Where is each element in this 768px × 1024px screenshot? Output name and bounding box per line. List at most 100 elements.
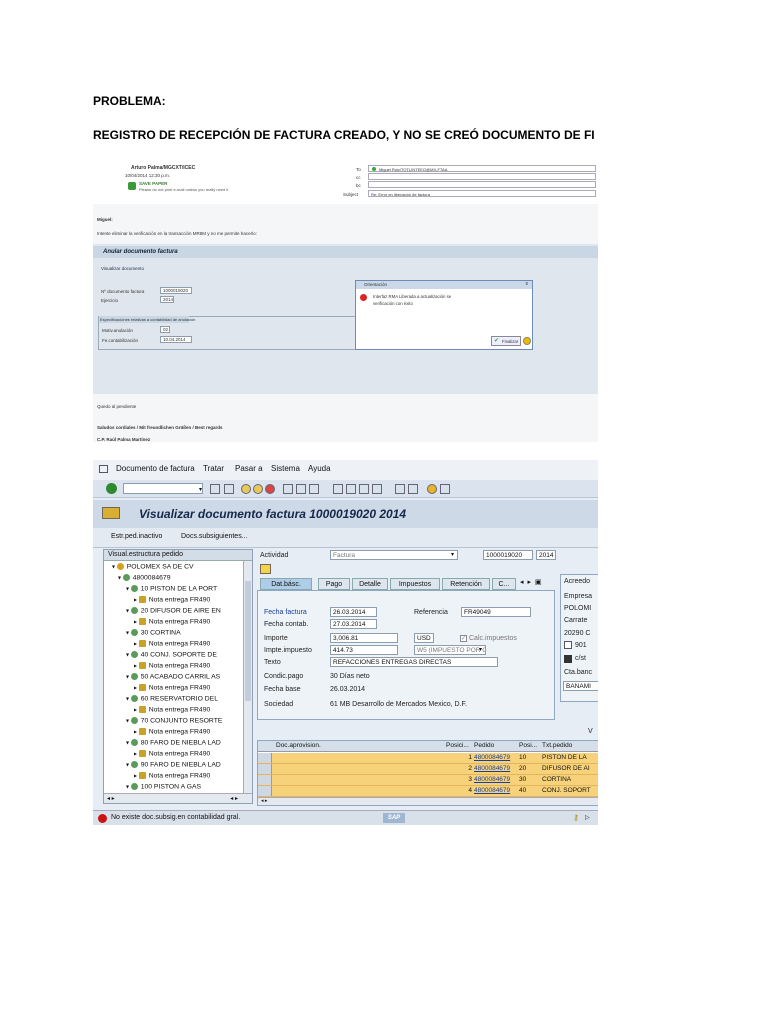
collapse-arrow-icon[interactable]: ▾ bbox=[126, 718, 131, 724]
tax-code-dropdown-icon[interactable]: ▾ bbox=[479, 646, 482, 653]
texto-field[interactable]: REFACCIONES ENTREGAS DIRECTAS bbox=[330, 657, 498, 667]
prev-page-icon[interactable] bbox=[346, 484, 356, 494]
calc-impuestos-checkbox[interactable]: ✓ bbox=[460, 635, 467, 642]
expand-arrow-icon[interactable]: ▸ bbox=[134, 597, 139, 603]
doc-number-field[interactable]: 1000019020 bbox=[483, 550, 533, 560]
dialog-finalizar-button[interactable]: ✔ Finalizar bbox=[491, 336, 521, 346]
cell-pedido[interactable]: 4800084679 bbox=[474, 764, 518, 774]
cell-pedido[interactable]: 4800084679 bbox=[474, 775, 518, 785]
tree-hscrollbar[interactable]: ◂ ▸ ◂ ▸ bbox=[104, 793, 252, 803]
expand-arrow-icon[interactable]: ▸ bbox=[134, 619, 139, 625]
grid-header-posicion[interactable]: Posici... bbox=[446, 741, 469, 751]
tab-impuestos[interactable]: Impuestos bbox=[390, 578, 440, 590]
help-icon[interactable] bbox=[523, 337, 531, 345]
find-icon[interactable] bbox=[296, 484, 306, 494]
last-page-icon[interactable] bbox=[372, 484, 382, 494]
bcc-field[interactable] bbox=[368, 181, 596, 188]
cc-field[interactable] bbox=[368, 173, 596, 180]
tree-node[interactable]: ▸ Nota entrega FR490 bbox=[134, 662, 210, 669]
vendor-bank-field[interactable]: BANAMI bbox=[563, 681, 598, 691]
collapse-arrow-icon[interactable]: ▾ bbox=[126, 674, 131, 680]
estr-ped-inactivo-button[interactable]: Estr.ped.inactivo bbox=[111, 533, 162, 540]
row-selector[interactable] bbox=[258, 764, 272, 774]
exit-icon[interactable] bbox=[241, 484, 251, 494]
scroll-right-icon[interactable]: ◂ ▸ bbox=[230, 795, 238, 802]
collapse-arrow-icon[interactable]: ▾ bbox=[126, 630, 131, 636]
collapse-arrow-icon[interactable]: ▾ bbox=[112, 564, 117, 570]
tree-node[interactable]: ▾ 4800084679 bbox=[118, 574, 171, 581]
layout-icon[interactable] bbox=[440, 484, 450, 494]
tree-node[interactable]: ▸ Nota entrega FR490 bbox=[134, 596, 210, 603]
collapse-arrow-icon[interactable]: ▾ bbox=[126, 608, 131, 614]
scroll-left-icon[interactable]: ◂ ▸ bbox=[107, 795, 115, 802]
grid-header-txt-pedido[interactable]: Txt.pedido bbox=[542, 741, 572, 751]
collapse-arrow-icon[interactable]: ▾ bbox=[126, 652, 131, 658]
cell-pedido[interactable]: 4800084679 bbox=[474, 753, 518, 763]
fecha-contab-field[interactable]: 27.03.2014 bbox=[330, 619, 377, 629]
collapse-arrow-icon[interactable]: ▾ bbox=[118, 575, 123, 581]
expand-arrow-icon[interactable]: ▸ bbox=[134, 641, 139, 647]
year-field[interactable]: 2014 bbox=[160, 296, 174, 303]
command-field[interactable] bbox=[123, 483, 203, 494]
impte-impuesto-field[interactable]: 414.73 bbox=[330, 645, 398, 655]
collapse-arrow-icon[interactable]: ▾ bbox=[126, 784, 131, 790]
tree-node[interactable]: ▾ 100 PISTON A GAS bbox=[126, 783, 201, 790]
grid-header-posi[interactable]: Posi... bbox=[519, 741, 537, 751]
tree-node[interactable]: ▾ 50 ACABADO CARRIL AS bbox=[126, 673, 220, 680]
tree-node[interactable]: ▸ Nota entrega FR490 bbox=[134, 706, 210, 713]
stop-icon[interactable] bbox=[265, 484, 275, 494]
doc-num-field[interactable]: 1000019020 bbox=[160, 287, 192, 294]
shortcut-icon[interactable] bbox=[408, 484, 418, 494]
activity-dropdown-icon[interactable]: ▾ bbox=[451, 551, 454, 558]
next-page-icon[interactable] bbox=[359, 484, 369, 494]
grid-header-doc-aprov[interactable]: Doc.aprovision. bbox=[276, 741, 321, 751]
collapse-arrow-icon[interactable]: ▾ bbox=[126, 586, 131, 592]
tab-pago[interactable]: Pago bbox=[318, 578, 350, 590]
reason-field[interactable]: 02 bbox=[160, 326, 170, 333]
flag-icon[interactable] bbox=[260, 564, 271, 574]
dialog-close-icon[interactable]: x bbox=[526, 281, 529, 287]
referencia-field[interactable]: FR49049 bbox=[461, 607, 531, 617]
vendor-doc-icon[interactable] bbox=[564, 641, 572, 649]
table-row[interactable]: 2 4800084679 20 DIFUSOR DE AI bbox=[258, 764, 598, 775]
menu-icon[interactable] bbox=[99, 465, 108, 473]
tab-detalle[interactable]: Detalle bbox=[352, 578, 388, 590]
expand-arrow-icon[interactable]: ▸ bbox=[134, 773, 139, 779]
status-key-icon[interactable]: ⚷ bbox=[573, 813, 579, 822]
tab-retencion[interactable]: Retención bbox=[442, 578, 490, 590]
visualizar-documento-button[interactable]: Visualizar documento bbox=[101, 266, 144, 271]
vendor-info-icon[interactable] bbox=[564, 655, 572, 663]
grid-header-pedido[interactable]: Pedido bbox=[474, 741, 494, 751]
tab-more[interactable]: C... bbox=[492, 578, 516, 590]
first-page-icon[interactable] bbox=[333, 484, 343, 494]
enter-icon[interactable] bbox=[106, 483, 117, 494]
tree-node[interactable]: ▾ 90 FARO DE NIEBLA LAD bbox=[126, 761, 221, 768]
menu-tratar[interactable]: Tratar bbox=[203, 464, 224, 473]
importe-field[interactable]: 3,006.81 bbox=[330, 633, 398, 643]
tree-vscrollbar[interactable] bbox=[243, 561, 252, 793]
tree-node[interactable]: ▾ 80 FARO DE NIEBLA LAD bbox=[126, 739, 221, 746]
tree-node[interactable]: ▾ 70 CONJUNTO RESORTE bbox=[126, 717, 222, 724]
menu-pasar-a[interactable]: Pasar a bbox=[235, 464, 263, 473]
grid-hscrollbar[interactable]: ◂ ▸ bbox=[258, 797, 598, 805]
tree-node[interactable]: ▾ 10 PISTON DE LA PORT bbox=[126, 585, 217, 592]
tree-node[interactable]: ▸ Nota entrega FR490 bbox=[134, 750, 210, 757]
expand-arrow-icon[interactable]: ▸ bbox=[134, 729, 139, 735]
expand-arrow-icon[interactable]: ▸ bbox=[134, 751, 139, 757]
status-more-icon[interactable]: ▷ bbox=[585, 814, 590, 821]
currency-field[interactable]: USD bbox=[414, 633, 434, 643]
tree-node[interactable]: ▸ Nota entrega FR490 bbox=[134, 772, 210, 779]
tree-node[interactable]: ▸ Nota entrega FR490 bbox=[134, 618, 210, 625]
tree-node[interactable]: ▾ 20 DIFUSOR DE AIRE EN bbox=[126, 607, 221, 614]
expand-arrow-icon[interactable]: ▸ bbox=[134, 707, 139, 713]
new-session-icon[interactable] bbox=[395, 484, 405, 494]
save-icon[interactable] bbox=[224, 484, 234, 494]
tree-node[interactable]: ▾ POLOMEX SA DE CV bbox=[112, 563, 194, 570]
expand-arrow-icon[interactable]: ▸ bbox=[134, 663, 139, 669]
menu-documento-factura[interactable]: Documento de factura bbox=[116, 464, 195, 473]
collapse-arrow-icon[interactable]: ▾ bbox=[126, 696, 131, 702]
help-icon[interactable] bbox=[427, 484, 437, 494]
table-row[interactable]: 1 4800084679 10 PISTON DE LA bbox=[258, 753, 598, 764]
tab-dat-basc[interactable]: Dat.básc. bbox=[260, 578, 312, 590]
tree-node[interactable]: ▾ 60 RESERVATORIO DEL bbox=[126, 695, 218, 702]
